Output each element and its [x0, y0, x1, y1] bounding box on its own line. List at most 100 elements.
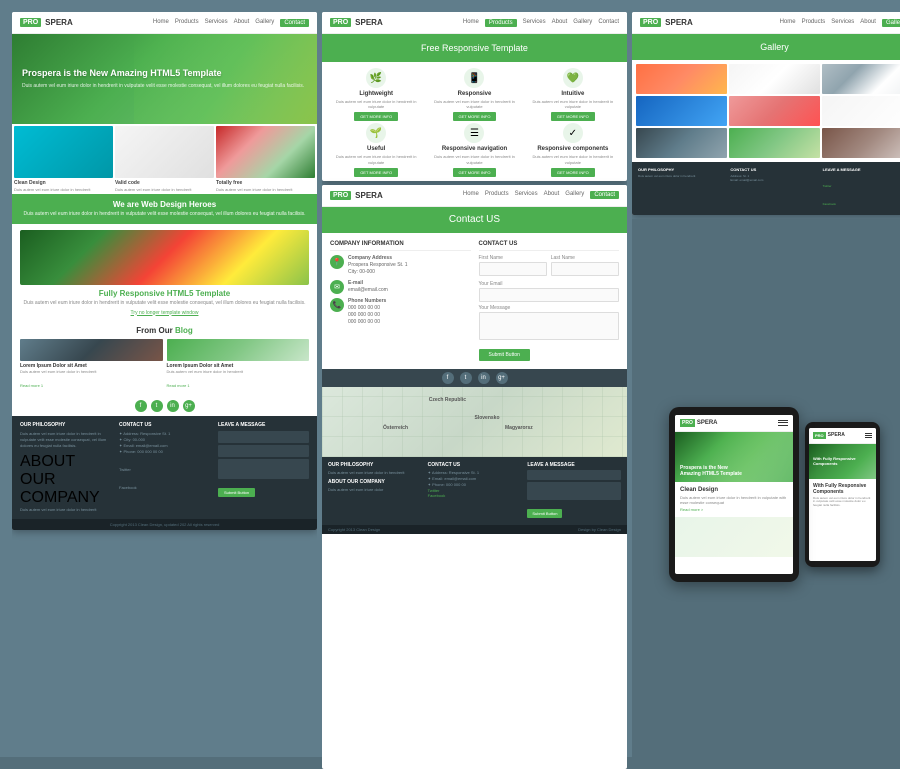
nav-services[interactable]: Services: [205, 19, 228, 27]
contact-submit-btn[interactable]: Submit Button: [479, 349, 530, 361]
tablet-read-more[interactable]: Read more >: [680, 507, 788, 512]
feature-useful-title: Useful: [367, 146, 385, 152]
footer-submit-btn[interactable]: Submit Button: [218, 488, 255, 497]
gallery-thumb-3[interactable]: [822, 64, 900, 94]
col3-nav-home[interactable]: Home: [780, 19, 796, 27]
tablet-clean-section: Clean Design Duis autem vel eum iriure d…: [675, 482, 793, 517]
gallery-thumb-6[interactable]: [822, 96, 900, 126]
feature-intuitive: 💚 Intuitive Duis autem vel eum iriure do…: [525, 68, 621, 121]
useful-btn[interactable]: GET MORE INFO: [354, 168, 398, 177]
social-bar-gp[interactable]: g+: [496, 372, 508, 384]
social-bar-fb[interactable]: f: [442, 372, 454, 384]
nav-btn[interactable]: GET MORE INFO: [453, 168, 497, 177]
col2-facebook-link[interactable]: Facebook: [428, 493, 522, 498]
gallery-thumb-4[interactable]: [636, 96, 727, 126]
col1-nav: Home Products Services About Gallery Con…: [153, 19, 309, 27]
gallery-thumb-2[interactable]: [729, 64, 820, 94]
col1: PRO SPERA Home Products Services About G…: [12, 12, 317, 769]
map-background: Czech Republic Slovensko Österreich Magy…: [322, 387, 627, 457]
cn-about[interactable]: About: [544, 191, 560, 199]
about-company-title: ABOUT OUR COMPANY: [20, 453, 111, 507]
col2-submit-btn[interactable]: Submit Button: [527, 509, 562, 518]
intuitive-icon: 💚: [563, 68, 583, 88]
col3-nav-gallery[interactable]: Gallery: [882, 19, 900, 27]
first-name-input[interactable]: [479, 262, 547, 276]
col3-nav-about[interactable]: About: [860, 19, 876, 27]
col2-nav-contact[interactable]: Contact: [598, 19, 619, 27]
nav-products[interactable]: Products: [175, 19, 199, 27]
gallery-thumb-1[interactable]: [636, 64, 727, 94]
social-tw[interactable]: t: [151, 400, 163, 412]
read-more-1[interactable]: Read more 1: [20, 383, 43, 388]
feature-intuitive-title: Intuitive: [561, 91, 584, 97]
fruit-link[interactable]: Try no longer template window: [20, 310, 309, 316]
gallery-thumb-7[interactable]: [636, 128, 727, 158]
footer-social-links: Twitter Facebook: [119, 458, 210, 494]
feature-lightweight: 🌿 Lightweight Duis autem vel eum iriure …: [328, 68, 424, 121]
features-banner-title: Free Responsive Template: [421, 43, 528, 53]
social-bar-in[interactable]: in: [478, 372, 490, 384]
last-name-input[interactable]: [551, 262, 619, 276]
responsive-btn[interactable]: GET MORE INFO: [453, 112, 497, 121]
thumb-img-1: [14, 126, 113, 178]
phone-hamburger-icon[interactable]: [865, 433, 872, 438]
tablet-screen: PRO SPERA Prospera is the NewAmazing HTM…: [675, 415, 793, 574]
col2-nav-services[interactable]: Services: [523, 19, 546, 27]
col1-thumbs: Clean Design Duis autem vel eum iriure d…: [12, 124, 317, 194]
cn-gallery[interactable]: Gallery: [565, 191, 584, 199]
feature-nav: ☰ Responsive navigation Duis autem vel e…: [426, 123, 522, 176]
social-in[interactable]: in: [167, 400, 179, 412]
components-btn[interactable]: GET MORE INFO: [551, 168, 595, 177]
email-form-label: Your Email: [479, 281, 620, 287]
fruit-title: Fully Responsive HTML5 Template: [20, 289, 309, 298]
cn-products[interactable]: Products: [485, 191, 509, 199]
thumb-1: Clean Design Duis autem vel eum iriure d…: [14, 126, 113, 192]
col2-msg-input-1[interactable]: [527, 470, 621, 480]
cn-home[interactable]: Home: [463, 191, 479, 199]
phone-text: Phone Numbers 000 000 00 00 000 000 00 0…: [348, 298, 386, 326]
col2-nav-about[interactable]: About: [552, 19, 568, 27]
social-bar-tw[interactable]: t: [460, 372, 472, 384]
nav-about[interactable]: About: [234, 19, 250, 27]
col3-nav-products[interactable]: Products: [802, 19, 826, 27]
gallery-dark-footer: OUR PHILOSOPHY Duis autem vel eum iriure…: [632, 162, 900, 215]
cn-contact[interactable]: Contact: [590, 191, 619, 199]
nav-home[interactable]: Home: [153, 19, 169, 27]
social-fb[interactable]: f: [135, 400, 147, 412]
col2-nav-gallery[interactable]: Gallery: [573, 19, 592, 27]
col2-nav-products[interactable]: Products: [485, 19, 517, 27]
gallery-footer-facebook[interactable]: Facebook: [823, 202, 836, 206]
intuitive-btn[interactable]: GET MORE INFO: [551, 112, 595, 121]
cn-services[interactable]: Services: [515, 191, 538, 199]
email-form-input[interactable]: [479, 288, 620, 302]
col2-nav-home[interactable]: Home: [463, 19, 479, 27]
read-more-2[interactable]: Read more 1: [167, 383, 190, 388]
lightweight-btn[interactable]: GET MORE INFO: [354, 112, 398, 121]
gallery-footer-contact: CONTACT US Address: St. 1Email: email@em…: [730, 167, 818, 210]
gallery-footer-twitter[interactable]: Twitter: [823, 184, 832, 188]
msg-textarea[interactable]: [218, 459, 309, 479]
msg-input-1[interactable]: [218, 431, 309, 443]
gallery-thumb-5[interactable]: [729, 96, 820, 126]
col3-nav: Home Products Services About Gallery: [780, 19, 900, 27]
msg-input-2[interactable]: [218, 445, 309, 457]
gallery-banner-title: Gallery: [760, 42, 789, 52]
col1-green-banner: We are Web Design Heroes Duis autem vel …: [12, 194, 317, 224]
gallery-thumb-9[interactable]: [822, 128, 900, 158]
message-textarea[interactable]: [479, 312, 620, 340]
components-icon: ✓: [563, 123, 583, 143]
gallery-thumb-8[interactable]: [729, 128, 820, 158]
tablet-hamburger-icon[interactable]: [778, 420, 788, 426]
tablet-section2: [675, 517, 793, 557]
hero-title: Prospera is the New Amazing HTML5 Templa…: [22, 68, 304, 80]
col3-nav-services[interactable]: Services: [831, 19, 854, 27]
phone-content: With Fully Responsive Components Duis au…: [809, 479, 876, 513]
social-gp[interactable]: g+: [183, 400, 195, 412]
footer-col-contact: CONTACT US ✦ Address: Responsive St. 1 ✦…: [119, 422, 210, 513]
col3-logo-pro: PRO: [640, 18, 661, 27]
col2-msg-textarea[interactable]: [527, 482, 621, 500]
nav-gallery[interactable]: Gallery: [255, 19, 274, 27]
gallery-footer-message-title: LEAVE A MESSAGE: [823, 167, 900, 172]
nav-contact[interactable]: Contact: [280, 19, 309, 27]
col2-philosophy-title: OUR PHILOSOPHY: [328, 462, 422, 468]
